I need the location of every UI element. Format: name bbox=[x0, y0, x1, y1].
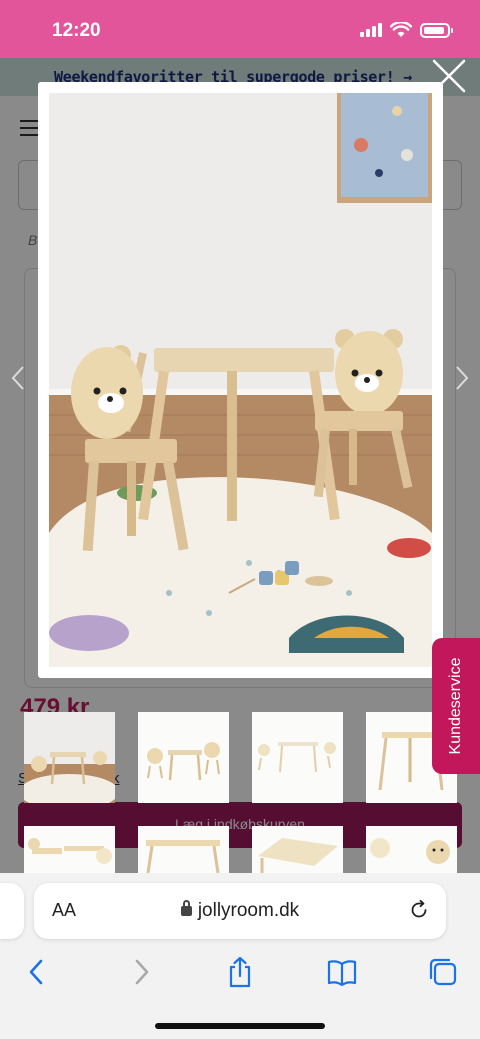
close-icon[interactable] bbox=[431, 58, 467, 94]
thumbnail-item[interactable] bbox=[366, 826, 457, 873]
forward-icon[interactable] bbox=[124, 955, 158, 989]
clock: 12:20 bbox=[52, 20, 101, 41]
home-indicator[interactable] bbox=[155, 1023, 325, 1029]
tabs-icon[interactable] bbox=[426, 955, 460, 989]
thumbnail-item[interactable] bbox=[24, 826, 115, 873]
previous-tab-card[interactable] bbox=[0, 883, 24, 939]
back-icon[interactable] bbox=[20, 955, 54, 989]
thumbnail-item[interactable] bbox=[138, 712, 229, 803]
chevron-left-icon[interactable] bbox=[8, 364, 28, 392]
share-icon[interactable] bbox=[223, 955, 257, 989]
customer-service-label: Kundeservice bbox=[447, 657, 464, 755]
thumbnail-item[interactable] bbox=[252, 826, 343, 873]
status-icons bbox=[360, 22, 453, 38]
bookmarks-icon[interactable] bbox=[325, 955, 359, 989]
cellular-signal-icon bbox=[360, 23, 382, 37]
address-bar[interactable]: AA jollyroom.dk bbox=[34, 883, 446, 939]
thumbnail-item[interactable] bbox=[138, 826, 229, 873]
thumbnail-item[interactable] bbox=[24, 712, 115, 803]
lock-icon bbox=[180, 900, 192, 916]
url-field[interactable]: jollyroom.dk bbox=[34, 900, 446, 922]
browser-toolbar: AA jollyroom.dk bbox=[0, 873, 480, 1039]
thumbnail-item[interactable] bbox=[252, 712, 343, 803]
url-text: jollyroom.dk bbox=[197, 900, 300, 921]
customer-service-tab[interactable]: Kundeservice bbox=[432, 638, 480, 774]
chevron-right-icon[interactable] bbox=[452, 364, 472, 392]
battery-icon bbox=[420, 22, 453, 38]
reload-icon[interactable] bbox=[408, 899, 430, 921]
status-bar: 12:20 bbox=[0, 0, 480, 58]
wifi-icon bbox=[390, 22, 412, 37]
image-lightbox bbox=[38, 82, 443, 678]
main-product-photo bbox=[49, 93, 432, 667]
